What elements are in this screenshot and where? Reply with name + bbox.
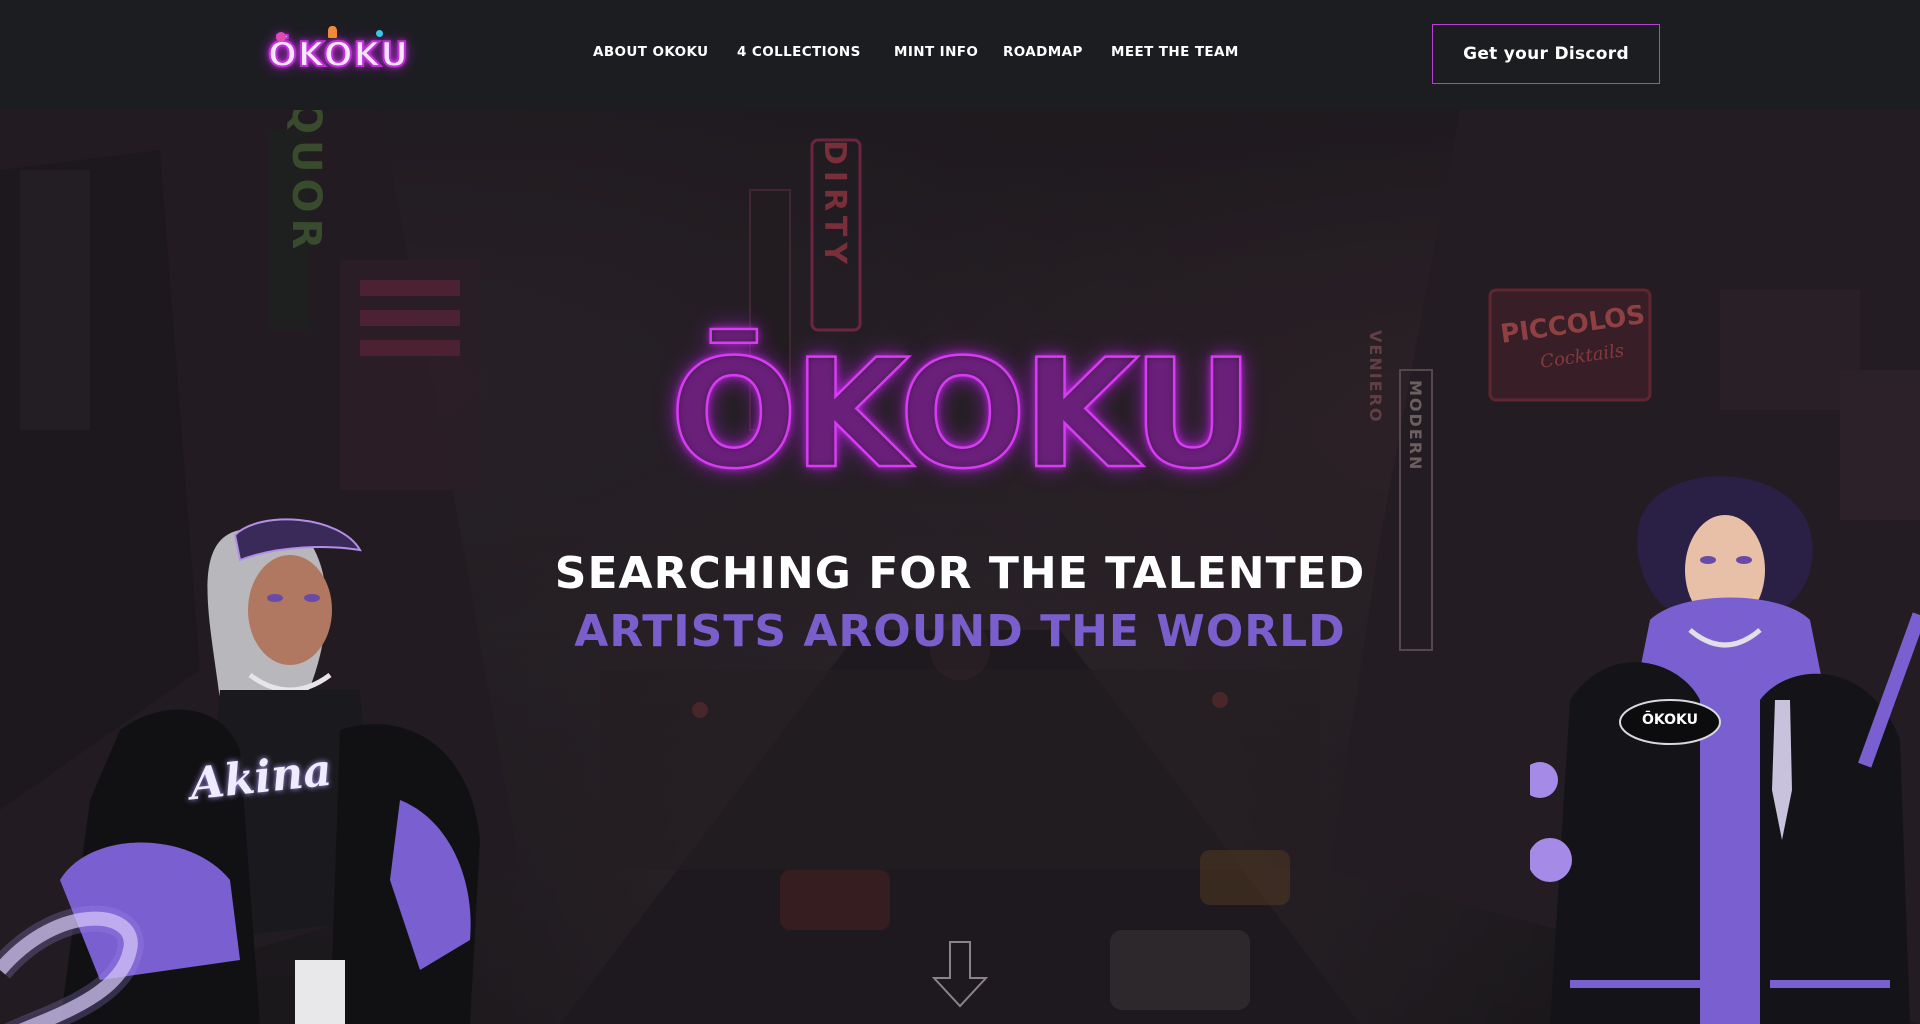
scroll-down-arrow-icon[interactable] [930, 940, 990, 1010]
nav-about-okoku[interactable]: ABOUT OKOKU [593, 44, 708, 60]
hero-section: QUOR DIRTY VENIERO MODERN PICCOLOS Cockt… [0, 110, 1920, 1024]
hero-tagline-line1: SEARCHING FOR THE TALENTED [554, 548, 1366, 599]
logo-flower-decoration [276, 32, 286, 42]
get-discord-button[interactable]: Get your Discord [1432, 24, 1660, 84]
nav-meet-the-team[interactable]: MEET THE TEAM [1111, 44, 1239, 60]
hero-tagline-line2: ARTISTS AROUND THE WORLD [574, 606, 1346, 657]
logo-wordmark: ŌKOKU [267, 34, 409, 76]
logo-butterfly-decoration [376, 30, 383, 37]
nav-4-collections[interactable]: 4 COLLECTIONS [737, 44, 861, 60]
nav-roadmap[interactable]: ROADMAP [1003, 44, 1083, 60]
nav-mint-info[interactable]: MINT INFO [894, 44, 978, 60]
logo-fox-decoration [328, 26, 337, 38]
hero-title: ŌKOKU [669, 328, 1255, 502]
top-navigation-bar: ŌKOKU ABOUT OKOKU 4 COLLECTIONS MINT INF… [0, 0, 1920, 110]
right-anime-character [1530, 476, 1920, 1024]
okoku-logo[interactable]: ŌKOKU [267, 26, 409, 80]
jacket-okoku-badge-text: ŌKOKU [1642, 712, 1698, 728]
